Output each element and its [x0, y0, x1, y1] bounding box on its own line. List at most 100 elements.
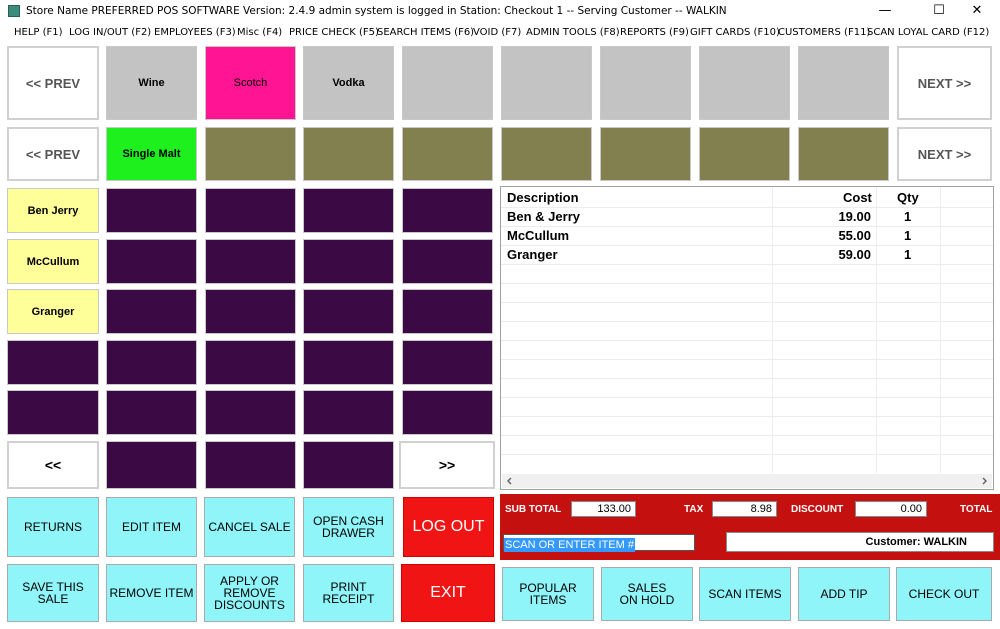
table-row[interactable]: Ben & Jerry 19.00 1	[501, 207, 993, 226]
product-empty[interactable]	[106, 289, 197, 334]
title-bar: Store Name PREFERRED POS SOFTWARE Versio…	[0, 0, 1000, 22]
close-button[interactable]: ✕	[954, 0, 1000, 22]
check-out-button[interactable]: CHECK OUT	[896, 567, 992, 621]
product-empty[interactable]	[303, 239, 394, 284]
remove-item-button[interactable]: REMOVE ITEM	[106, 564, 197, 622]
subcategory-empty[interactable]	[205, 127, 296, 181]
menu-help[interactable]: HELP (F1)	[14, 27, 63, 38]
subcategory-next-button[interactable]: NEXT >>	[897, 127, 992, 181]
category-prev-button[interactable]: << PREV	[7, 46, 99, 120]
product-empty[interactable]	[205, 289, 296, 334]
category-scotch[interactable]: Scotch	[205, 46, 296, 120]
print-receipt-button[interactable]: PRINT RECEIPT	[303, 564, 394, 622]
product-empty[interactable]	[7, 340, 99, 385]
menu-login-logout[interactable]: LOG IN/OUT (F2)	[69, 27, 151, 38]
order-grid[interactable]: Description Cost Qty Ben & Jerry 19.00 1…	[500, 186, 994, 490]
product-empty[interactable]	[303, 188, 394, 233]
discounts-button[interactable]: APPLY OR REMOVE DISCOUNTS	[204, 564, 295, 622]
menu-scan-loyal-card[interactable]: SCAN LOYAL CARD (F12)	[867, 27, 989, 38]
product-empty[interactable]	[7, 390, 99, 435]
subcategory-empty[interactable]	[402, 127, 493, 181]
product-empty[interactable]	[303, 289, 394, 334]
products-next-button[interactable]: >>	[399, 441, 495, 489]
row-cost: 19.00	[838, 209, 871, 224]
popular-items-button[interactable]: POPULAR ITEMS	[502, 567, 594, 621]
product-empty[interactable]	[303, 390, 394, 435]
product-empty[interactable]	[205, 340, 296, 385]
product-empty[interactable]	[402, 239, 493, 284]
menu-misc[interactable]: Misc (F4)	[237, 27, 282, 38]
minimize-button[interactable]: —	[862, 0, 908, 22]
cancel-sale-button[interactable]: CANCEL SALE	[204, 497, 295, 557]
row-description: Ben & Jerry	[507, 209, 580, 224]
scan-items-button[interactable]: SCAN ITEMS	[699, 567, 791, 621]
customer-field: Customer: WALKIN	[726, 532, 994, 552]
add-tip-button[interactable]: ADD TIP	[798, 567, 890, 621]
product-empty[interactable]	[106, 340, 197, 385]
header-cost[interactable]: Cost	[843, 190, 872, 205]
menu-customers[interactable]: CUSTOMERS (F11)	[778, 27, 870, 38]
product-empty[interactable]	[205, 188, 296, 233]
menu-void[interactable]: VOID (F7)	[473, 27, 521, 38]
subcategory-empty[interactable]	[303, 127, 394, 181]
menu-gift-cards[interactable]: GIFT CARDS (F10)	[690, 27, 780, 38]
save-sale-button[interactable]: SAVE THIS SALE	[7, 564, 99, 622]
product-empty[interactable]	[106, 188, 197, 233]
category-vodka[interactable]: Vodka	[303, 46, 394, 120]
product-empty[interactable]	[205, 441, 296, 489]
tax-value: 8.98	[712, 501, 777, 517]
category-empty[interactable]	[402, 46, 493, 120]
product-empty[interactable]	[402, 390, 493, 435]
menu-admin-tools[interactable]: ADMIN TOOLS (F8)	[526, 27, 620, 38]
totals-panel: SUB TOTAL 133.00 TAX 8.98 DISCOUNT 0.00 …	[500, 494, 1000, 560]
row-description: McCullum	[507, 228, 570, 243]
product-empty[interactable]	[402, 340, 493, 385]
category-empty[interactable]	[699, 46, 790, 120]
subcategory-empty[interactable]	[501, 127, 592, 181]
menu-search-items[interactable]: SEARCH ITEMS (F6)	[377, 27, 474, 38]
horizontal-scrollbar[interactable]	[502, 474, 992, 488]
product-empty[interactable]	[205, 239, 296, 284]
exit-button[interactable]: EXIT	[401, 564, 495, 622]
category-empty[interactable]	[798, 46, 889, 120]
subcategory-empty[interactable]	[798, 127, 889, 181]
product-ben-jerry[interactable]: Ben Jerry	[7, 188, 99, 233]
product-empty[interactable]	[402, 188, 493, 233]
subcategory-single-malt[interactable]: Single Malt	[106, 127, 197, 181]
sales-on-hold-button[interactable]: SALES ON HOLD	[601, 567, 693, 621]
menu-bar: HELP (F1) LOG IN/OUT (F2) EMPLOYEES (F3)…	[0, 22, 1000, 43]
menu-employees[interactable]: EMPLOYEES (F3)	[154, 27, 236, 38]
product-empty[interactable]	[303, 441, 394, 489]
header-description[interactable]: Description	[507, 190, 579, 205]
product-empty[interactable]	[106, 390, 197, 435]
subcategory-prev-button[interactable]: << PREV	[7, 127, 99, 181]
table-row[interactable]: McCullum 55.00 1	[501, 226, 993, 245]
product-empty[interactable]	[205, 390, 296, 435]
scan-item-input[interactable]: SCAN OR ENTER ITEM #	[503, 534, 695, 552]
products-prev-button[interactable]: <<	[7, 441, 99, 489]
product-mccullum[interactable]: McCullum	[7, 239, 99, 284]
category-empty[interactable]	[501, 46, 592, 120]
row-cost: 59.00	[838, 247, 871, 262]
app-icon	[8, 5, 20, 17]
product-granger[interactable]: Granger	[7, 289, 99, 334]
subcategory-empty[interactable]	[699, 127, 790, 181]
category-next-button[interactable]: NEXT >>	[897, 46, 992, 120]
edit-item-button[interactable]: EDIT ITEM	[106, 497, 197, 557]
product-empty[interactable]	[106, 441, 197, 489]
menu-reports[interactable]: REPORTS (F9)	[620, 27, 689, 38]
subcategory-empty[interactable]	[600, 127, 691, 181]
log-out-button[interactable]: LOG OUT	[403, 497, 494, 557]
header-qty[interactable]: Qty	[897, 190, 919, 205]
product-empty[interactable]	[402, 289, 493, 334]
table-row[interactable]: Granger 59.00 1	[501, 245, 993, 264]
open-cash-drawer-button[interactable]: OPEN CASH DRAWER	[303, 497, 394, 557]
returns-button[interactable]: RETURNS	[7, 497, 99, 557]
product-empty[interactable]	[303, 340, 394, 385]
category-wine[interactable]: Wine	[106, 46, 197, 120]
category-empty[interactable]	[600, 46, 691, 120]
menu-price-check[interactable]: PRICE CHECK (F5)	[289, 27, 379, 38]
product-empty[interactable]	[106, 239, 197, 284]
row-cost: 55.00	[838, 228, 871, 243]
row-qty: 1	[904, 228, 912, 243]
